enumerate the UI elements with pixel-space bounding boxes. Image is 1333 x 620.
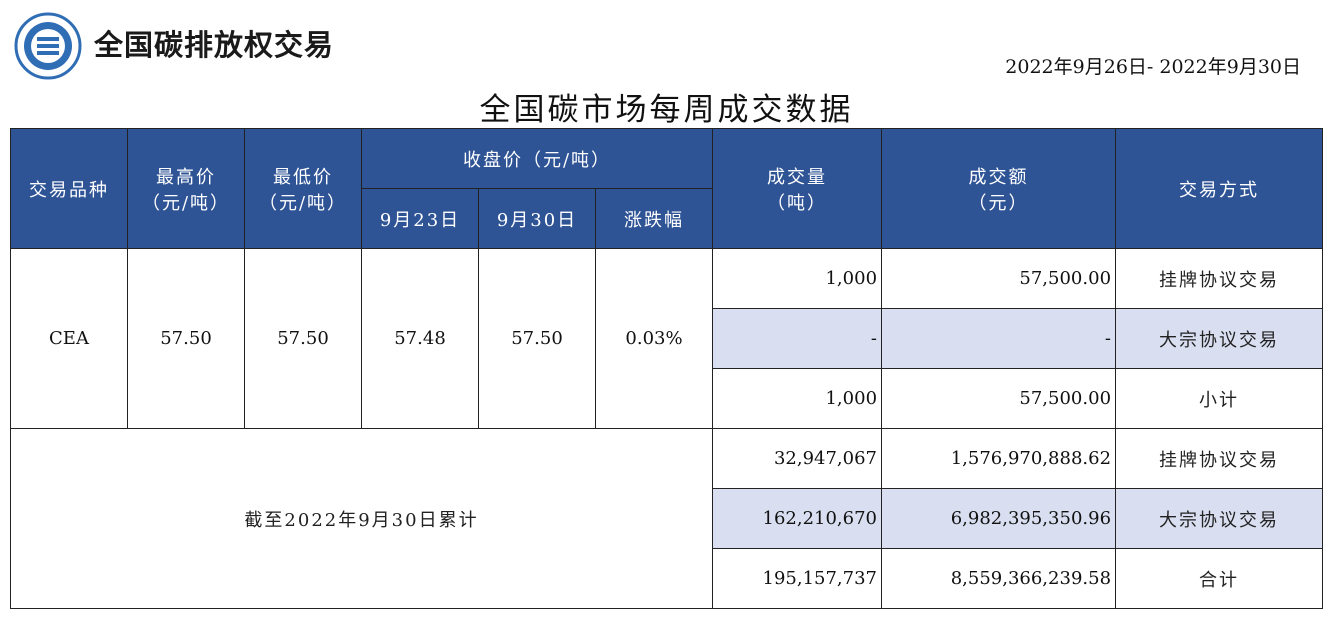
method-cell: 大宗协议交易: [1115, 308, 1324, 369]
close-curr-cell: 57.50: [478, 248, 596, 429]
header-close-prev: 9月23日: [361, 188, 479, 249]
method-cell: 挂牌协议交易: [1115, 428, 1324, 489]
header-method: 交易方式: [1115, 128, 1324, 249]
header-product: 交易品种: [10, 128, 128, 249]
date-range: 2022年9月26日- 2022年9月30日: [1005, 56, 1301, 78]
table-row: CEA 57.50 57.50 57.48 57.50 0.03% 1,000 …: [10, 248, 1324, 429]
page-title: 全国碳市场每周成交数据: [479, 92, 854, 128]
amount-cell: 57,500.00: [881, 368, 1117, 429]
exchange-logo-icon: [14, 12, 82, 80]
header-volume: 成交量 （吨）: [712, 128, 883, 249]
change-cell: 0.03%: [594, 248, 714, 429]
header-high-price: 最高价 （元/吨）: [127, 128, 245, 249]
volume-cell: 162,210,670: [712, 488, 883, 549]
method-cell: 挂牌协议交易: [1115, 248, 1324, 309]
volume-cell: -: [712, 308, 883, 369]
weekly-trading-table: 交易品种 最高价 （元/吨） 最低价 （元/吨） 收盘价（元/吨） 成交量 （吨） 成…: [9, 128, 1324, 609]
cumulative-label: 截至2022年9月30日累计: [9, 428, 714, 609]
volume-cell: 1,000: [712, 248, 883, 309]
amount-cell: -: [881, 308, 1117, 369]
product-cell: CEA: [10, 248, 128, 429]
volume-cell: 32,947,067: [712, 428, 883, 489]
volume-cell: 1,000: [712, 368, 883, 429]
low-price-cell: 57.50: [244, 248, 362, 429]
method-cell: 合计: [1115, 548, 1324, 609]
amount-cell: 1,576,970,888.62: [881, 428, 1117, 489]
header-close-price: 收盘价（元/吨）: [360, 128, 714, 189]
brand-name: 全国碳排放权交易: [94, 28, 335, 62]
volume-cell: 195,157,737: [712, 548, 883, 609]
close-prev-cell: 57.48: [361, 248, 479, 429]
table-row: 截至2022年9月30日累计 32,947,067 1,576,970,888.…: [9, 428, 1324, 609]
amount-cell: 8,559,366,239.58: [881, 548, 1117, 609]
amount-cell: 6,982,395,350.96: [881, 488, 1117, 549]
high-price-cell: 57.50: [127, 248, 245, 429]
method-cell: 小计: [1115, 368, 1324, 429]
method-cell: 大宗协议交易: [1115, 488, 1324, 549]
header-close-curr: 9月30日: [478, 188, 596, 249]
amount-cell: 57,500.00: [881, 248, 1117, 309]
header-change: 涨跌幅: [594, 188, 714, 249]
header-low-price: 最低价 （元/吨）: [244, 128, 362, 249]
header-amount: 成交额 （元）: [881, 128, 1117, 249]
